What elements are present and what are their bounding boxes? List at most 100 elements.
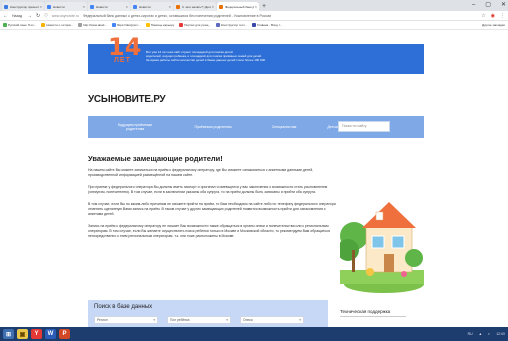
tab-favicon-icon [47, 4, 51, 9]
browser-tab-strip: Конструктор презентаций×Новости×Новости×… [0, 0, 508, 11]
browser-tab[interactable]: С чего начать? | Дети ждут× [174, 2, 216, 11]
tab-favicon-icon [219, 4, 223, 9]
reload-icon[interactable]: ↻ [36, 13, 40, 19]
browser-tab[interactable]: Новости × [45, 2, 87, 11]
extension-icon[interactable]: ◉ [491, 13, 495, 19]
menu-item-future-parents[interactable]: Будущим приёмным родителям [116, 123, 154, 132]
new-tab-button[interactable]: + [262, 2, 266, 11]
bookmark-item[interactable]: Новости о остров... [41, 23, 73, 27]
content-paragraph: Запись на приём к федеральному оператору… [88, 224, 330, 238]
tab-title: С чего начать? | Дети ждут [182, 4, 211, 9]
tab-close-icon[interactable]: × [126, 4, 128, 9]
tab-favicon-icon [176, 4, 180, 9]
tray-arrow-icon[interactable]: ▲ [479, 332, 482, 336]
menu-icon[interactable]: ⋮ [500, 13, 505, 19]
browser-tab[interactable]: Новости × [88, 2, 130, 11]
maximize-icon[interactable]: ▢ [485, 0, 491, 10]
tab-title: Новости [139, 4, 151, 9]
database-search-title: Поиск в базе данных [94, 304, 153, 310]
bookmark-label: Конструктор тест... [220, 23, 247, 27]
language-indicator[interactable]: RU [468, 332, 473, 336]
other-bookmarks[interactable]: Другие закладки [482, 23, 505, 27]
main-menu: Будущим приёмным родителям Приёмным роди… [88, 116, 424, 138]
tab-favicon-icon [133, 4, 137, 9]
tab-title: Федеральный банк дан... [225, 4, 254, 9]
volume-icon[interactable]: ◐ [488, 332, 490, 336]
windows-taskbar: ⊞ ▣ Y W P RU ▲ ◐ 12:00 [0, 327, 508, 341]
minimize-icon[interactable]: – [472, 0, 475, 10]
menu-item-specialists[interactable]: Специалистам [264, 125, 304, 130]
tab-close-icon[interactable]: × [83, 4, 85, 9]
custody-select[interactable]: Опека ▾ [240, 316, 304, 324]
tab-close-icon[interactable]: × [255, 4, 257, 9]
main-content: Уважаемые замещающие родители! На нашем … [88, 154, 336, 246]
page-heading: Уважаемые замещающие родители! [88, 154, 223, 163]
word-icon[interactable]: W [45, 329, 56, 339]
bookmark-item[interactable]: Главная - Вход т... [251, 23, 283, 27]
address-bar: ← Назад → ↻ ⓘ www.usynovite.ru Федеральн… [0, 11, 508, 21]
child-gender-select[interactable]: Пол ребёнка ▾ [167, 316, 231, 324]
region-select-label: Регион [97, 318, 108, 322]
bookmark-label: Русский язык. 8 кл... [8, 23, 37, 27]
url-domain: www.usynovite.ru [51, 13, 79, 18]
browser-tab[interactable]: Федеральный банк дан...× [217, 2, 259, 11]
menu-item-foster-parents[interactable]: Приёмным родителям [188, 125, 238, 130]
bookmark-item[interactable]: Портал для учащ... [179, 23, 211, 27]
bookmark-favicon-icon [78, 23, 83, 27]
bookmark-label: Главная - Вход т... [256, 23, 283, 27]
forward-icon[interactable]: → [27, 13, 32, 19]
clock[interactable]: 12:00 [496, 332, 505, 336]
child-gender-select-label: Пол ребёнка [170, 318, 190, 322]
content-paragraph: На нашем сайте Вы можете записаться на п… [88, 168, 314, 177]
explorer-icon[interactable]: ▣ [17, 329, 28, 339]
close-icon[interactable]: ✕ [501, 0, 506, 10]
bookmark-favicon-icon [251, 23, 256, 27]
banner-line: За время работы сайта количество детей в… [146, 58, 266, 63]
region-select[interactable]: Регион ▾ [94, 316, 158, 324]
bookmark-label: Помощь карьеру [150, 23, 175, 27]
star-icon[interactable]: ☆ [481, 13, 485, 19]
bookmark-item[interactable]: Помощь карьеру [145, 23, 175, 27]
site-search-input[interactable]: Поиск по сайту [338, 121, 390, 132]
tab-title: Новости [96, 4, 108, 9]
system-tray: RU ▲ ◐ 12:00 [468, 332, 505, 336]
bookmark-label: http://www.akud... [83, 23, 107, 27]
back-label[interactable]: Назад [12, 14, 22, 18]
url-field[interactable]: ⓘ www.usynovite.ru Федеральный банк данн… [44, 12, 477, 19]
bookmark-favicon-icon [215, 23, 220, 27]
yandex-icon[interactable]: Y [31, 329, 42, 339]
site-logo[interactable]: УСЫНОВИТЕ.РУ [88, 94, 166, 105]
browser-tab[interactable]: Новости × [131, 2, 173, 11]
content-paragraph: В том случае, если Вы по каким-либо прич… [88, 202, 336, 216]
chevron-down-icon: ▾ [226, 318, 228, 322]
web-page: 14 ЛЕТ Вот уже 14 лет наш сайт служит пл… [0, 30, 508, 327]
browser-tab[interactable]: Конструктор презентаций× [2, 2, 44, 11]
chevron-down-icon: ▾ [299, 318, 301, 322]
bookmark-favicon-icon [111, 23, 116, 27]
house-illustration [340, 202, 424, 293]
chevron-down-icon: ▾ [153, 318, 155, 322]
bookmark-favicon-icon [41, 23, 46, 27]
anniversary-logo: 14 ЛЕТ [108, 34, 144, 78]
tab-close-icon[interactable]: × [169, 4, 171, 9]
database-search-block: Поиск в базе данных Регион ▾ Пол ребёнка… [88, 300, 328, 327]
site-info-icon[interactable]: ⓘ [44, 13, 48, 18]
content-paragraph: При приеме у федерального оператора Вы д… [88, 185, 328, 194]
bookmark-favicon-icon [145, 23, 150, 27]
bookmark-label: https://dezgnet.r... [116, 23, 141, 27]
back-icon[interactable]: ← [3, 13, 8, 19]
bookmark-favicon-icon [3, 23, 7, 27]
bookmark-item[interactable]: Конструктор тест... [215, 23, 247, 27]
banner-text: Вот уже 14 лет наш сайт служит площадкой… [146, 50, 346, 63]
tech-support-heading[interactable]: Техническая поддержка [340, 309, 406, 317]
url-page-title: Федеральный банк данных о детях-сиротах … [82, 13, 271, 18]
tab-close-icon[interactable]: × [212, 4, 214, 9]
powerpoint-icon[interactable]: P [59, 329, 70, 339]
windows-icon[interactable]: ⊞ [3, 329, 14, 339]
window-controls: – ▢ ✕ [472, 0, 506, 10]
tab-close-icon[interactable]: × [40, 4, 42, 9]
bookmark-item[interactable]: https://dezgnet.r... [111, 23, 141, 27]
bookmark-item[interactable]: Русский язык. 8 кл... [3, 23, 36, 27]
bookmark-item[interactable]: http://www.akud... [78, 23, 107, 27]
tab-title: Конструктор презентаций [10, 4, 39, 9]
